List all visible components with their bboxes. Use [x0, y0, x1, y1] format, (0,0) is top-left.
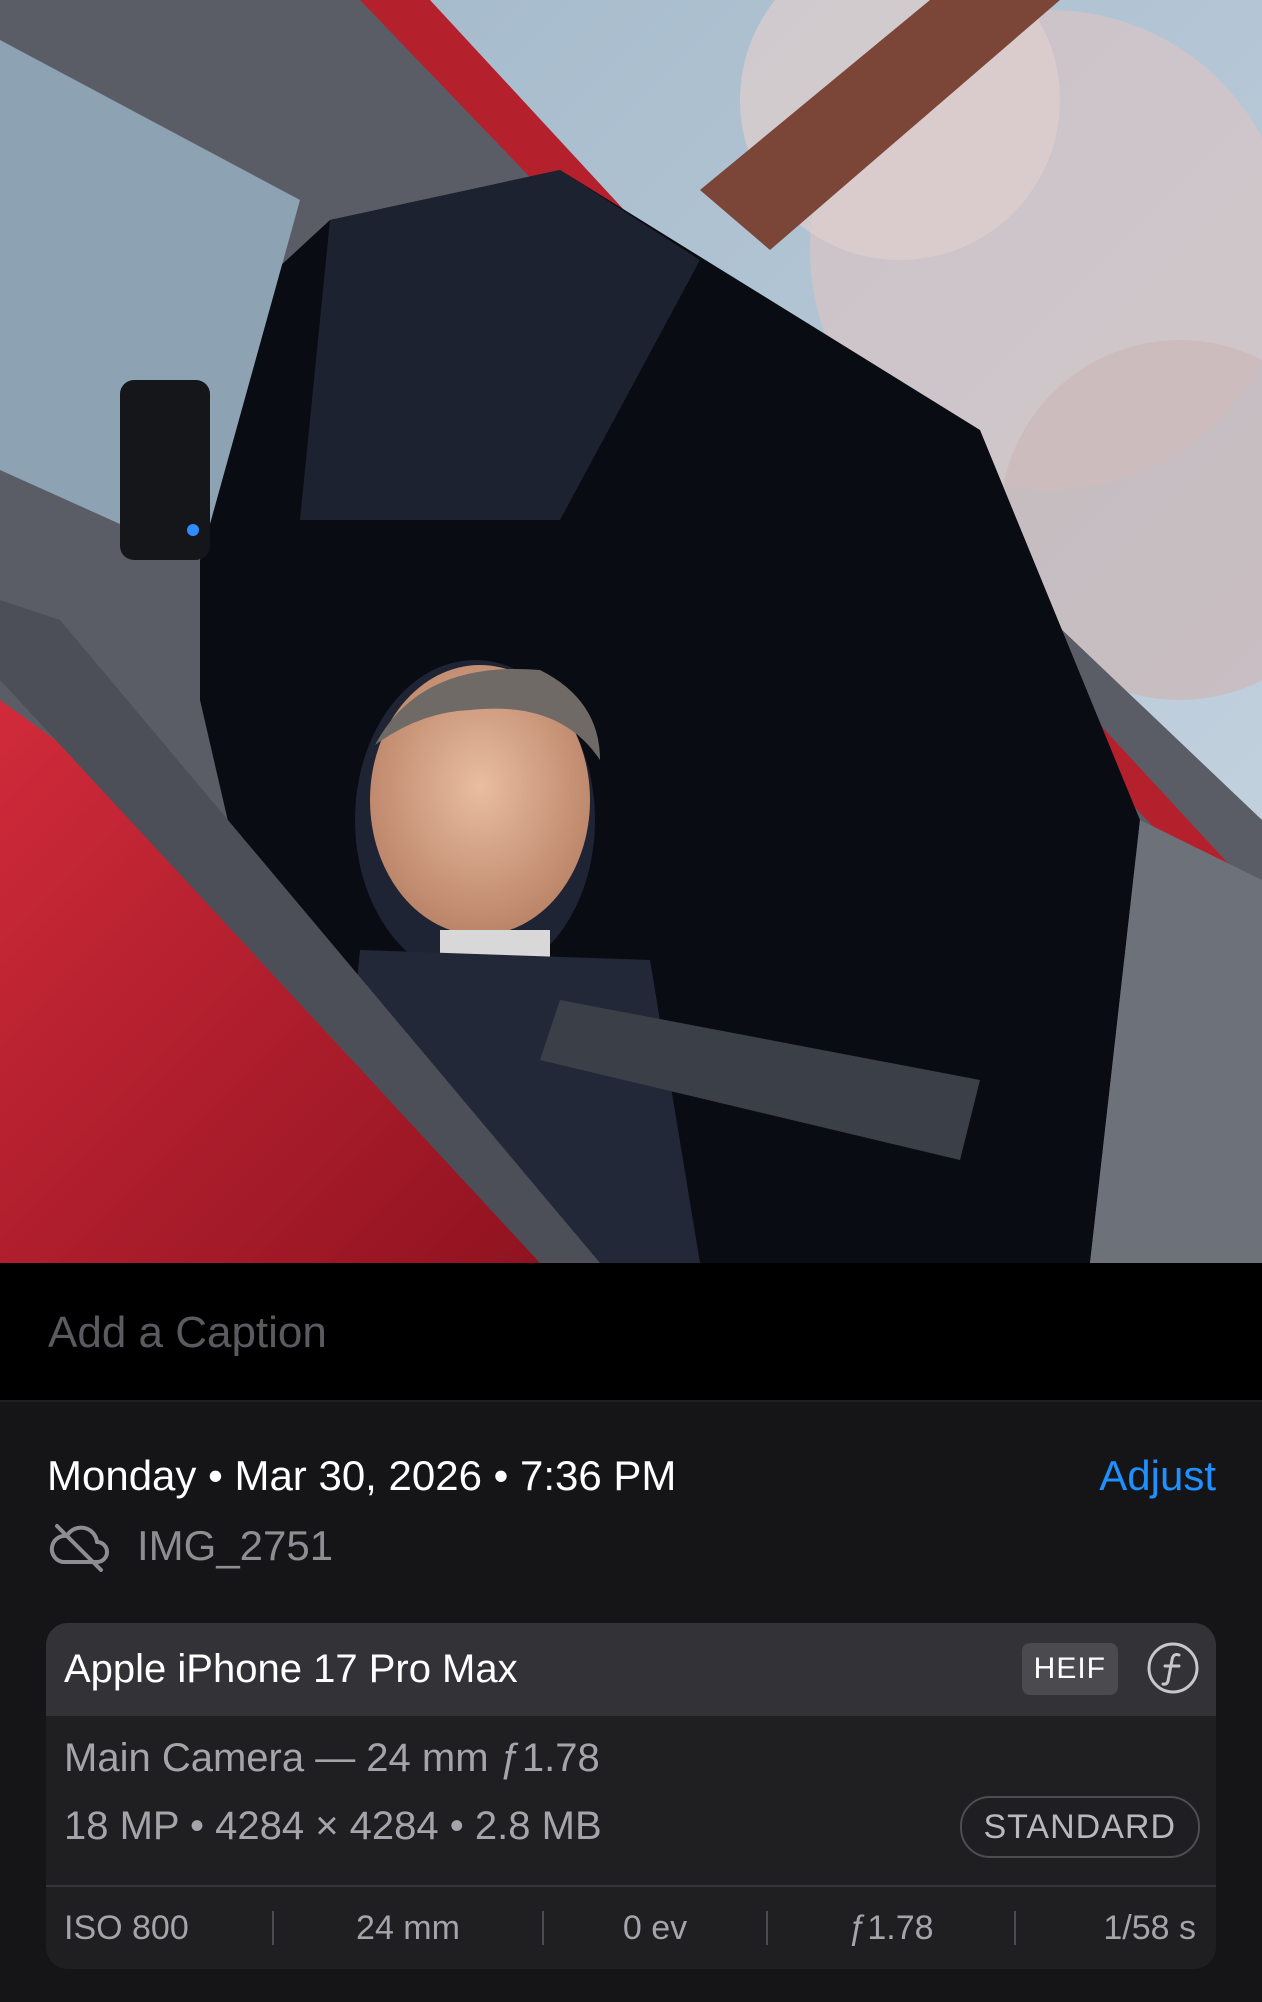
date-time-label: Monday • Mar 30, 2026 • 7:36 PM	[47, 1452, 677, 1499]
photo-preview[interactable]	[0, 0, 1262, 1263]
exif-row: ISO 800 24 mm 0 ev ƒ1.78 1/58 s	[46, 1887, 1216, 1969]
file-row: IMG_2751	[47, 1520, 333, 1572]
file-name: IMG_2751	[137, 1522, 334, 1569]
cloud-slash-icon	[47, 1520, 111, 1572]
device-name: Apple iPhone 17 Pro Max	[64, 1647, 518, 1691]
function-f-icon[interactable]	[1146, 1641, 1200, 1695]
exif-focal-length: 24 mm	[356, 1908, 460, 1947]
photo-image	[0, 0, 1262, 1263]
exif-exposure-value: 0 ev	[622, 1908, 688, 1947]
info-panel: Monday • Mar 30, 2026 • 7:36 PM Adjust I…	[0, 1400, 1262, 2002]
photographic-style-badge: STANDARD	[959, 1796, 1200, 1858]
exif-aperture: ƒ1.78	[848, 1908, 934, 1947]
exif-shutter-speed: 1/58 s	[1103, 1908, 1196, 1947]
caption-input[interactable]	[48, 1303, 1148, 1363]
lens-info: Main Camera — 24 mm ƒ1.78	[64, 1736, 600, 1780]
adjust-button[interactable]: Adjust	[1099, 1452, 1216, 1500]
format-badge: HEIF	[1021, 1643, 1118, 1695]
camera-info-card: Apple iPhone 17 Pro Max HEIF Main Camera…	[46, 1623, 1216, 1969]
caption-area	[0, 1263, 1262, 1400]
image-specs: 18 MP • 4284 × 4284 • 2.8 MB	[64, 1804, 602, 1848]
card-header: Apple iPhone 17 Pro Max HEIF	[46, 1623, 1216, 1716]
exif-iso: ISO 800	[64, 1908, 189, 1947]
